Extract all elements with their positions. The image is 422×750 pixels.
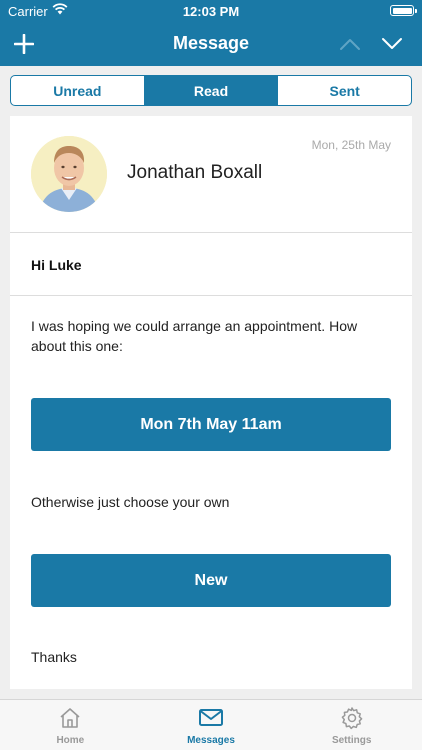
message-paragraph: I was hoping we could arrange an appoint… (31, 318, 358, 354)
status-bar: Carrier 12:03 PM (0, 0, 422, 22)
navigation-bar: Message (0, 22, 422, 66)
tab-label: Settings (331, 735, 372, 746)
next-message-button[interactable] (378, 30, 406, 58)
avatar (31, 136, 107, 212)
tab-home[interactable]: Home (0, 700, 141, 750)
segment-unread[interactable]: Unread (11, 76, 144, 105)
message-closing: Thanks (31, 649, 77, 665)
envelope-icon (198, 706, 224, 733)
battery-icon (390, 5, 417, 16)
sender-name: Jonathan Boxall (127, 162, 263, 183)
chevron-up-icon (340, 39, 360, 50)
segment-sent[interactable]: Sent (277, 76, 411, 105)
message-paragraph: Otherwise just choose your own (31, 494, 230, 510)
tab-settings[interactable]: Settings (281, 700, 422, 750)
tab-label: Home (56, 735, 85, 746)
message-date: Mon, 25th May (311, 138, 391, 152)
tab-bar: Home Messages Settings (0, 699, 422, 750)
message-card: Jonathan Boxall Mon, 25th May Hi Luke I … (10, 116, 412, 689)
appointment-option-button[interactable]: Mon 7th May 11am (31, 398, 391, 451)
chevron-down-icon (382, 38, 402, 49)
message-greeting: Hi Luke (10, 233, 412, 296)
home-icon (58, 706, 82, 735)
clock: 12:03 PM (182, 4, 240, 19)
message-body: I was hoping we could arrange an appoint… (10, 296, 412, 687)
previous-message-button[interactable] (336, 30, 364, 58)
segment-read[interactable]: Read (143, 76, 278, 105)
message-filter-segmented-control: Unread Read Sent (10, 75, 412, 106)
message-header: Jonathan Boxall Mon, 25th May (10, 116, 412, 233)
tab-label: Messages (187, 735, 235, 746)
new-appointment-button[interactable]: New (31, 554, 391, 607)
tab-messages[interactable]: Messages (141, 700, 282, 750)
gear-icon (340, 706, 364, 735)
